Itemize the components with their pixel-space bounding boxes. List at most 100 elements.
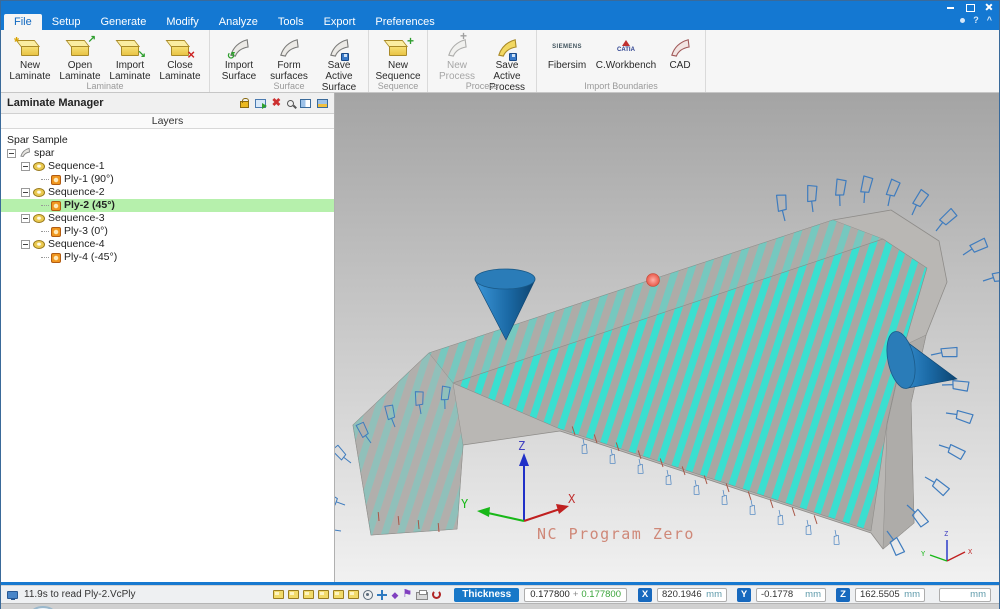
refresh-icon[interactable] bbox=[432, 590, 441, 599]
monitor-icon bbox=[7, 591, 18, 599]
ply-icon bbox=[51, 253, 61, 263]
3d-viewport[interactable]: Z X Y NC Program Zero Z X Y bbox=[335, 93, 999, 582]
tree-item-sequence-1[interactable]: Sequence-1 bbox=[1, 160, 334, 173]
open-laminate-icon bbox=[71, 33, 89, 60]
form-surfaces-button[interactable]: Form surfaces bbox=[265, 33, 313, 82]
lock-icon[interactable] bbox=[240, 101, 249, 108]
thickness-field[interactable]: 0.177800 + 0.177800 bbox=[524, 588, 627, 602]
tree-item-sequence-3[interactable]: Sequence-3 bbox=[1, 212, 334, 225]
expander-icon[interactable] bbox=[7, 149, 16, 158]
window-bottom-strip bbox=[1, 603, 999, 609]
tree-item-sequence-4[interactable]: Sequence-4 bbox=[1, 238, 334, 251]
y-value: -0.1778 bbox=[761, 589, 793, 600]
split-view-icon[interactable] bbox=[300, 99, 311, 108]
open-laminate-button[interactable]: Open Laminate bbox=[56, 33, 104, 82]
view-cube-6-icon[interactable] bbox=[348, 590, 359, 599]
delete-icon[interactable]: ✖ bbox=[272, 98, 281, 108]
menu-modify[interactable]: Modify bbox=[156, 14, 208, 30]
fit-view-icon[interactable] bbox=[377, 590, 387, 600]
menu-generate[interactable]: Generate bbox=[90, 14, 156, 30]
import-surface-button[interactable]: Import Surface bbox=[215, 33, 263, 82]
menu-export[interactable]: Export bbox=[314, 14, 366, 30]
collapse-ribbon-icon[interactable]: ^ bbox=[987, 15, 992, 25]
new-sequence-button[interactable]: New Sequence bbox=[374, 33, 422, 82]
fibersim-button[interactable]: SIEMENS Fibersim bbox=[542, 33, 592, 71]
menu-preferences[interactable]: Preferences bbox=[365, 14, 444, 30]
tree-connector bbox=[41, 231, 49, 232]
thickness-label: Thickness bbox=[454, 588, 519, 602]
maximize-button[interactable] bbox=[965, 3, 974, 11]
thickness-value-2: 0.177800 bbox=[581, 589, 621, 600]
save-disk-icon bbox=[341, 53, 349, 61]
tree-item-ply-1[interactable]: Ply-1 (90°) bbox=[1, 173, 334, 186]
ribbon-group-import-boundaries: SIEMENS Fibersim CATIA C.Workbench CAD I… bbox=[537, 30, 706, 92]
title-bar bbox=[1, 1, 999, 13]
pin-icon[interactable] bbox=[960, 18, 965, 23]
export-view-icon[interactable] bbox=[255, 99, 266, 108]
cad-button[interactable]: CAD bbox=[660, 33, 700, 71]
print-icon[interactable] bbox=[416, 592, 428, 600]
menu-file[interactable]: File bbox=[4, 14, 42, 30]
measure-icon[interactable]: ◆ bbox=[391, 590, 398, 600]
y-coordinate-field[interactable]: -0.1778 mm bbox=[756, 588, 826, 602]
expander-icon[interactable] bbox=[21, 188, 30, 197]
new-laminate-icon bbox=[21, 33, 39, 60]
thickness-operator: + bbox=[573, 589, 579, 600]
z-coordinate-field[interactable]: 162.5505 mm bbox=[855, 588, 925, 602]
tree-item-ply-2-selected[interactable]: Ply-2 (45°) bbox=[1, 199, 334, 212]
ribbon-group-process: New Process Save Active Process Process bbox=[428, 30, 537, 92]
sequence-icon bbox=[33, 188, 45, 197]
view-toolbar: ◆ ⚑ bbox=[273, 589, 441, 600]
x-coordinate-field[interactable]: 820.1946 mm bbox=[657, 588, 727, 602]
menu-tools[interactable]: Tools bbox=[268, 14, 314, 30]
z-axis-button[interactable]: Z bbox=[836, 588, 850, 602]
close-button[interactable] bbox=[984, 3, 993, 11]
view-cube-3-icon[interactable] bbox=[303, 590, 314, 599]
menu-setup[interactable]: Setup bbox=[42, 14, 91, 30]
flag-icon[interactable]: ⚑ bbox=[402, 589, 412, 600]
extra-unit-field[interactable]: mm bbox=[939, 588, 991, 602]
tree-item-sequence-2[interactable]: Sequence-2 bbox=[1, 186, 334, 199]
new-laminate-button[interactable]: New Laminate bbox=[6, 33, 54, 82]
save-active-surface-icon bbox=[328, 33, 350, 60]
ribbon-toolbar: New Laminate Open Laminate Import Lamina… bbox=[1, 30, 999, 93]
laminate-manager-panel: Laminate Manager ✖ Layers Spar Sample bbox=[1, 93, 335, 582]
y-axis-button[interactable]: Y bbox=[737, 588, 751, 602]
close-laminate-icon bbox=[171, 33, 189, 60]
x-unit: mm bbox=[706, 589, 722, 600]
tree-root[interactable]: Spar Sample bbox=[1, 134, 334, 147]
menu-analyze[interactable]: Analyze bbox=[209, 14, 268, 30]
expander-icon[interactable] bbox=[21, 214, 30, 223]
close-laminate-button[interactable]: Close Laminate bbox=[156, 33, 204, 82]
cad-surface-icon bbox=[669, 33, 691, 60]
x-axis-button[interactable]: X bbox=[638, 588, 652, 602]
mini-axis-z-label: Z bbox=[944, 530, 948, 538]
new-process-button[interactable]: New Process bbox=[433, 33, 481, 82]
expander-icon[interactable] bbox=[21, 162, 30, 171]
tree-item-ply-3[interactable]: Ply-3 (0°) bbox=[1, 225, 334, 238]
view-cube-2-icon[interactable] bbox=[288, 590, 299, 599]
view-cube-4-icon[interactable] bbox=[318, 590, 329, 599]
laminate-tree: Spar Sample spar Sequence-1 Ply-1 (90°) bbox=[1, 129, 334, 582]
view-cube-1-icon[interactable] bbox=[273, 590, 284, 599]
help-icon[interactable]: ? bbox=[973, 15, 979, 25]
cworkbench-button[interactable]: CATIA C.Workbench bbox=[594, 33, 658, 71]
panel-header: Laminate Manager ✖ bbox=[1, 93, 334, 114]
expander-icon[interactable] bbox=[21, 240, 30, 249]
view-cube-5-icon[interactable] bbox=[333, 590, 344, 599]
rotate-view-icon[interactable] bbox=[363, 590, 373, 600]
import-laminate-button[interactable]: Import Laminate bbox=[106, 33, 154, 82]
minimize-button[interactable] bbox=[946, 3, 955, 11]
search-icon[interactable] bbox=[287, 100, 294, 107]
tree-item-spar[interactable]: spar bbox=[1, 147, 334, 160]
axis-x-label: X bbox=[568, 492, 576, 506]
sequence-icon bbox=[33, 162, 45, 171]
gallery-view-icon[interactable] bbox=[317, 99, 328, 108]
3d-scene: Z X Y NC Program Zero Z X Y bbox=[335, 93, 999, 582]
tree-item-ply-4[interactable]: Ply-4 (-45°) bbox=[1, 251, 334, 264]
menu-bar: File Setup Generate Modify Analyze Tools… bbox=[1, 13, 999, 30]
tree-connector bbox=[41, 257, 49, 258]
axis-y-label: Y bbox=[461, 497, 469, 511]
tree-connector bbox=[41, 205, 49, 206]
application-window: File Setup Generate Modify Analyze Tools… bbox=[0, 0, 1000, 609]
